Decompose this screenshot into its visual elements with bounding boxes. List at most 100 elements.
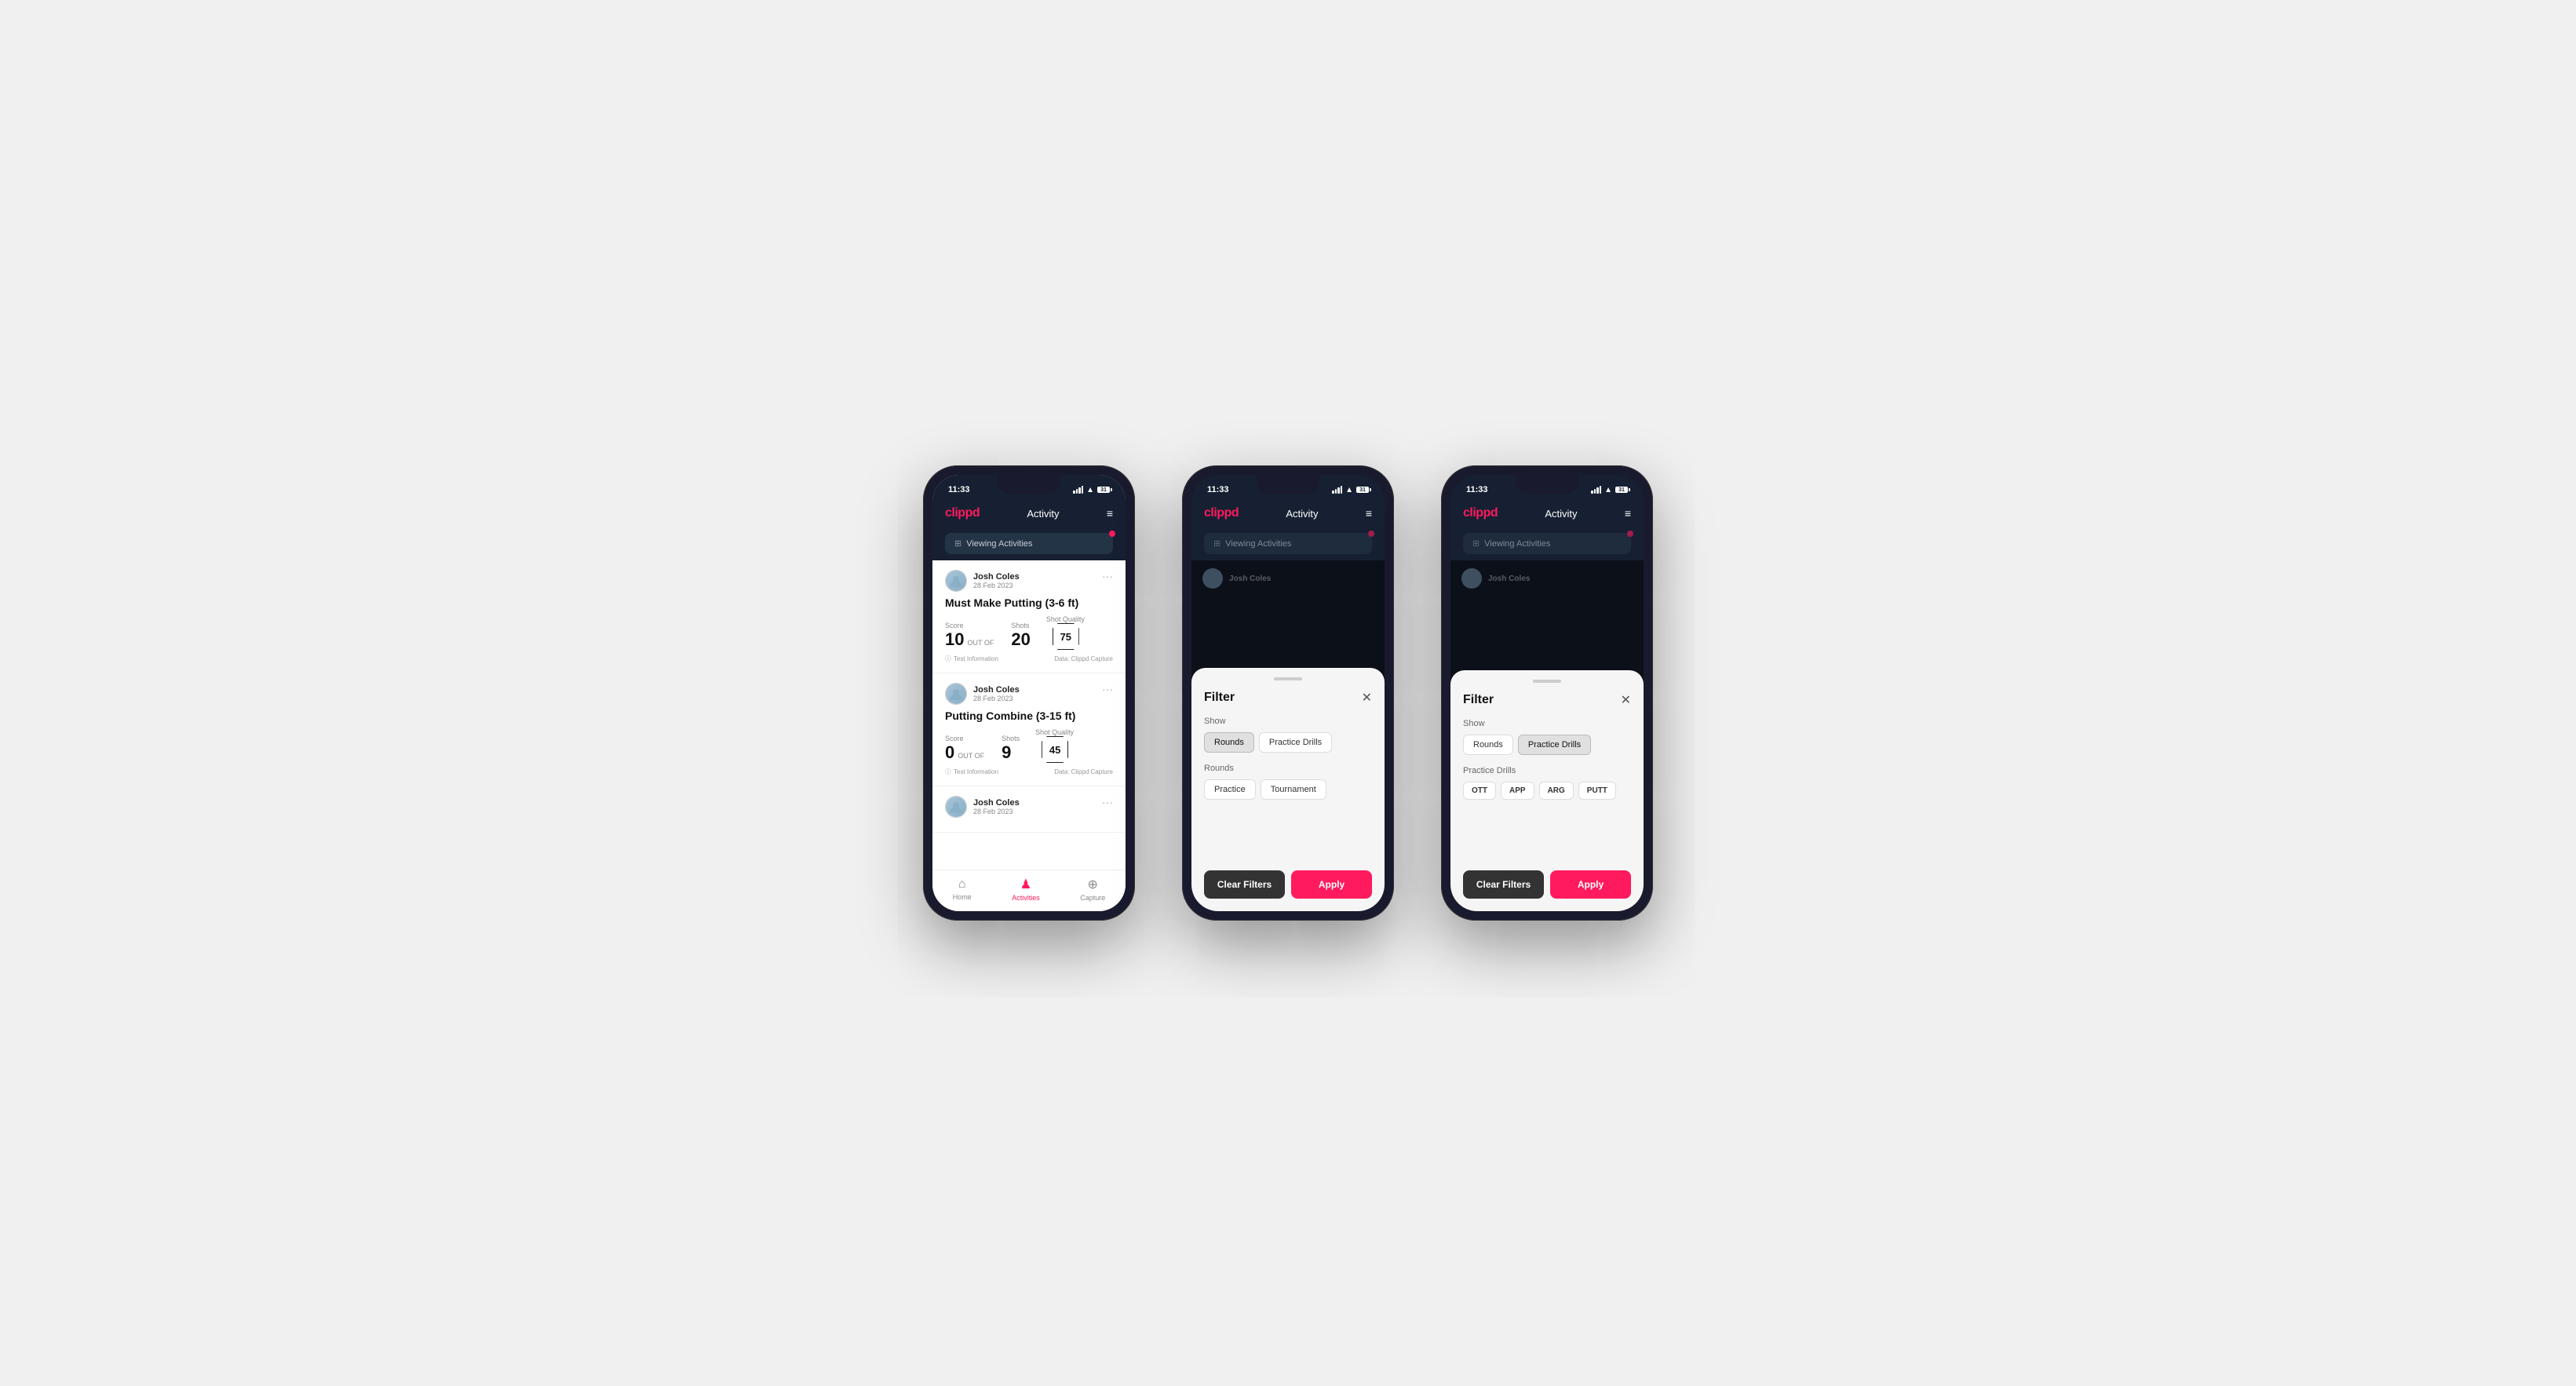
time-3: 11:33: [1466, 485, 1488, 494]
more-dots-2[interactable]: ···: [1102, 683, 1113, 695]
status-bar-1: 11:33 ▲ 31: [932, 475, 1126, 500]
logo-3: clippd: [1463, 506, 1498, 520]
battery-icon-3: 31: [1615, 487, 1628, 493]
score-label-2: Score: [945, 735, 986, 742]
nav-home[interactable]: ⌂ Home: [953, 877, 972, 901]
signal-icon-2: [1332, 486, 1342, 494]
wifi-icon: ▲: [1086, 486, 1094, 494]
status-bar-2: 11:33 ▲ 31: [1191, 475, 1385, 500]
filter-sheet-3: Filter ✕ Show Rounds Practice Drills Pra…: [1450, 670, 1644, 911]
user-info-1: Josh Coles 28 Feb 2023: [945, 570, 1020, 592]
viewing-bar-inner-1[interactable]: ⊞ Viewing Activities: [945, 533, 1113, 554]
nav-capture[interactable]: ⊕ Capture: [1080, 877, 1105, 902]
signal-icon: [1073, 486, 1083, 494]
phone-1: 11:33 ▲ 31 clippd Activity ≡: [923, 465, 1135, 921]
user-name-2: Josh Coles: [973, 685, 1020, 695]
phone-3: 11:33 ▲ 31 clippd Activity ≡: [1441, 465, 1653, 921]
capture-icon: ⊕: [1088, 877, 1098, 892]
ott-btn-3[interactable]: OTT: [1463, 782, 1496, 800]
red-dot-1: [1109, 531, 1115, 537]
filter-title-3: Filter: [1463, 693, 1494, 707]
viewing-text-3: Viewing Activities: [1484, 539, 1550, 549]
filter-close-3[interactable]: ✕: [1621, 692, 1631, 708]
nav-header-1: clippd Activity ≡: [932, 500, 1126, 527]
rounds-label-2: Rounds: [1204, 764, 1372, 773]
filter-icon-3: ⊞: [1472, 538, 1480, 549]
home-icon: ⌂: [958, 877, 966, 892]
capture-label: Capture: [1080, 894, 1105, 902]
nav-header-2: clippd Activity ≡: [1191, 500, 1385, 527]
wifi-icon-3: ▲: [1604, 486, 1612, 494]
practice-drills-btn-2[interactable]: Practice Drills: [1259, 732, 1332, 753]
clear-filters-btn-3[interactable]: Clear Filters: [1463, 870, 1544, 899]
clear-filters-btn-2[interactable]: Clear Filters: [1204, 870, 1285, 899]
user-name-1: Josh Coles: [973, 572, 1020, 582]
activity-item-2: Josh Coles 28 Feb 2023 ··· Putting Combi…: [932, 673, 1126, 786]
menu-icon-3[interactable]: ≡: [1625, 507, 1631, 520]
viewing-bar-inner-2[interactable]: ⊞ Viewing Activities: [1204, 533, 1372, 554]
viewing-bar-inner-3[interactable]: ⊞ Viewing Activities: [1463, 533, 1631, 554]
apply-btn-2[interactable]: Apply: [1291, 870, 1372, 899]
filter-footer-2: Clear Filters Apply: [1204, 870, 1372, 899]
sq-badge-2: 45: [1042, 736, 1068, 763]
wifi-icon-2: ▲: [1345, 486, 1353, 494]
more-dots-3[interactable]: ···: [1102, 796, 1113, 808]
filter-close-2[interactable]: ✕: [1362, 690, 1372, 706]
shots-value-2: 9: [1002, 742, 1011, 762]
apply-btn-3[interactable]: Apply: [1550, 870, 1631, 899]
sq-label-1: Shot Quality: [1046, 615, 1085, 623]
app-btn-3[interactable]: APP: [1501, 782, 1534, 800]
signal-icon-3: [1591, 486, 1601, 494]
nav-header-3: clippd Activity ≡: [1450, 500, 1644, 527]
show-label-3: Show: [1463, 719, 1631, 728]
nav-title-3: Activity: [1545, 508, 1577, 520]
practice-drills-label-3: Practice Drills: [1463, 766, 1631, 775]
filter-handle-3: [1533, 680, 1561, 683]
filter-sheet-2: Filter ✕ Show Rounds Practice Drills Rou…: [1191, 668, 1385, 911]
data-source-2: Data: Clippd Capture: [1054, 768, 1113, 775]
out-of-1: OUT OF: [965, 639, 995, 647]
test-info-1: ⓘ Test Information: [945, 655, 998, 663]
arg-btn-3[interactable]: ARG: [1539, 782, 1574, 800]
sq-badge-1: 75: [1053, 623, 1079, 650]
rounds-btn-2[interactable]: Rounds: [1204, 732, 1254, 753]
activity-title-1: Must Make Putting (3-6 ft): [945, 596, 1113, 609]
viewing-text-1: Viewing Activities: [966, 539, 1032, 549]
activity-item-3: Josh Coles 28 Feb 2023 ···: [932, 786, 1126, 833]
menu-icon-1[interactable]: ≡: [1107, 507, 1113, 520]
show-buttons-3: Rounds Practice Drills: [1463, 735, 1631, 755]
shots-value-1: 20: [1011, 629, 1030, 649]
sq-label-2: Shot Quality: [1035, 728, 1074, 736]
filter-practice-drills-section-3: Practice Drills OTT APP ARG PUTT: [1463, 766, 1631, 800]
more-dots-1[interactable]: ···: [1102, 570, 1113, 582]
bottom-nav-1: ⌂ Home ♟ Activities ⊕ Capture: [932, 870, 1126, 911]
red-dot-3: [1627, 531, 1633, 537]
filter-footer-3: Clear Filters Apply: [1463, 870, 1631, 899]
filter-show-section-3: Show Rounds Practice Drills: [1463, 719, 1631, 755]
drills-buttons-3: OTT APP ARG PUTT: [1463, 782, 1631, 800]
nav-activities[interactable]: ♟ Activities: [1012, 877, 1040, 902]
logo-1: clippd: [945, 506, 980, 520]
viewing-text-2: Viewing Activities: [1225, 539, 1291, 549]
battery-icon-2: 31: [1356, 487, 1369, 493]
activity-title-2: Putting Combine (3-15 ft): [945, 709, 1113, 722]
activity-item-1: Josh Coles 28 Feb 2023 ··· Must Make Put…: [932, 560, 1126, 673]
avatar-1: [945, 570, 967, 592]
nav-title-1: Activity: [1027, 508, 1059, 520]
red-dot-2: [1368, 531, 1374, 537]
activity-content-1: Josh Coles 28 Feb 2023 ··· Must Make Put…: [932, 560, 1126, 870]
time-1: 11:33: [948, 485, 970, 494]
practice-btn-2[interactable]: Practice: [1204, 779, 1256, 800]
menu-icon-2[interactable]: ≡: [1366, 507, 1372, 520]
rounds-btn-3[interactable]: Rounds: [1463, 735, 1513, 755]
practice-drills-btn-3[interactable]: Practice Drills: [1518, 735, 1591, 755]
time-2: 11:33: [1207, 485, 1229, 494]
tournament-btn-2[interactable]: Tournament: [1261, 779, 1326, 800]
putt-btn-3[interactable]: PUTT: [1578, 782, 1616, 800]
phone-2: 11:33 ▲ 31 clippd Activity ≡: [1182, 465, 1394, 921]
home-label: Home: [953, 893, 972, 901]
filter-icon-1: ⊞: [954, 538, 961, 549]
score-value-1: 10: [945, 629, 964, 650]
status-icons-1: ▲ 31: [1073, 486, 1110, 494]
test-info-2: ⓘ Test Information: [945, 768, 998, 776]
